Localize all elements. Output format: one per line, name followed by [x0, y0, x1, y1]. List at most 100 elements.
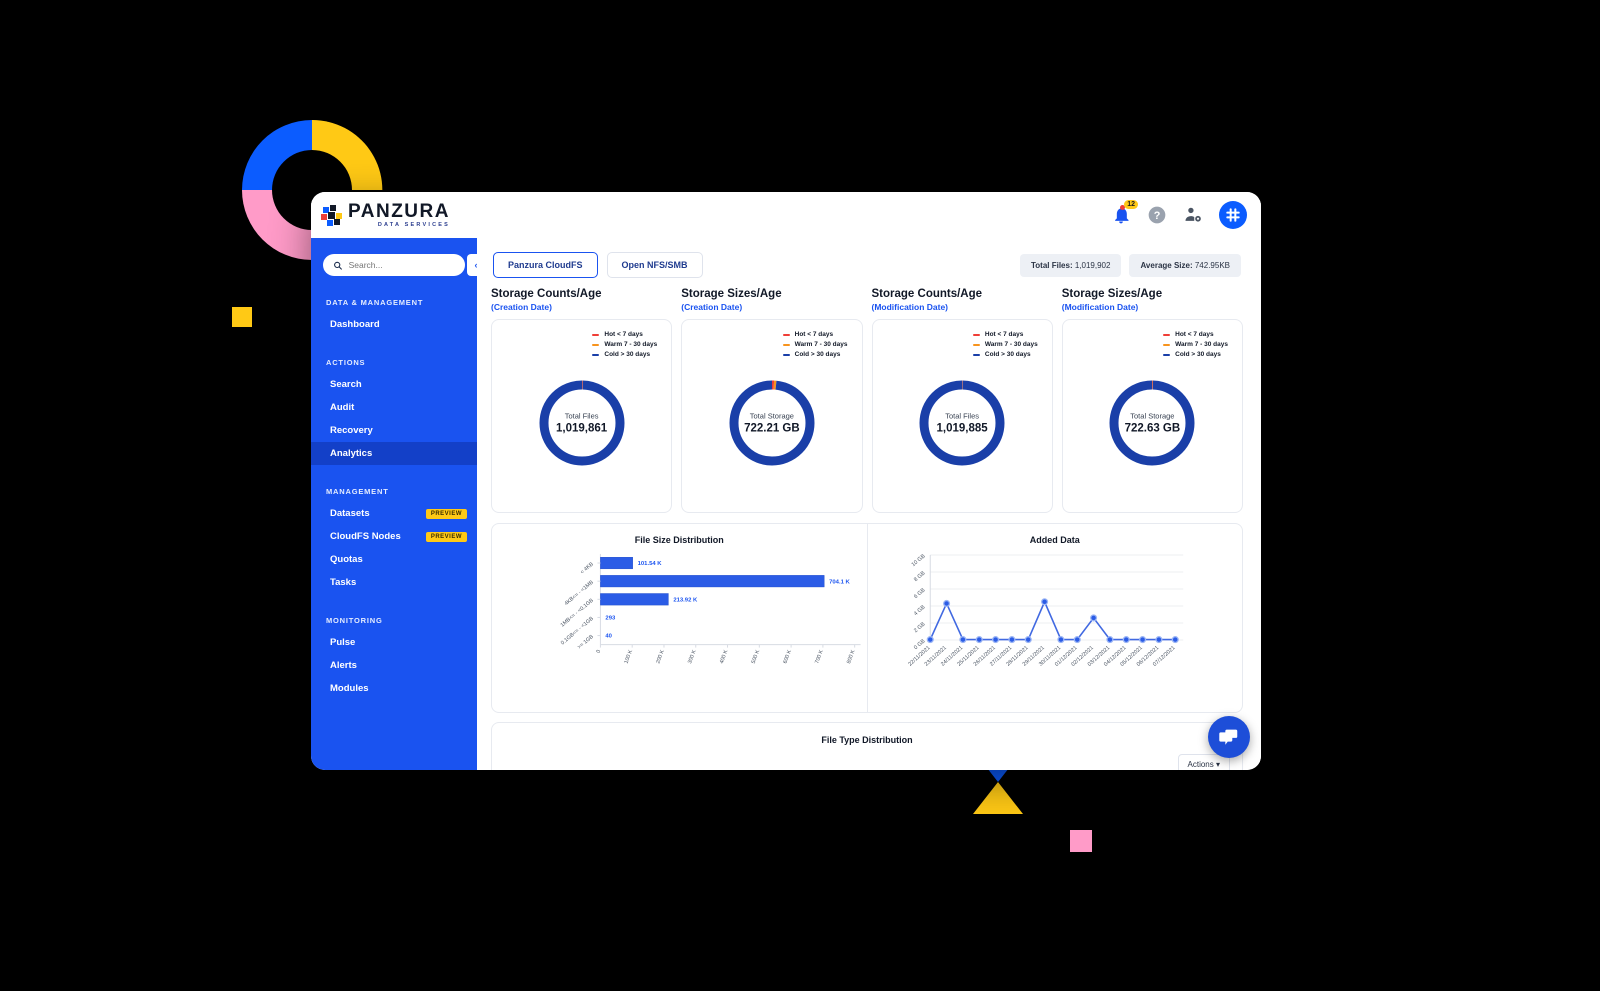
- donut-title: Storage Sizes/Age: [681, 288, 782, 300]
- bar-value-label: 213.92 K: [673, 597, 698, 603]
- panzura-logo-icon: [321, 204, 342, 226]
- legend-entry: Warm 7 - 30 days: [782, 340, 848, 350]
- legend-swatch-icon: [592, 343, 600, 347]
- stat-pill: Total Files: 1,019,902: [1019, 253, 1122, 277]
- sidebar-item-analytics[interactable]: Analytics: [311, 442, 477, 465]
- sidebar-item-modules[interactable]: Modules: [311, 677, 477, 700]
- sidebar-item-recovery[interactable]: Recovery: [311, 419, 477, 442]
- line-marker: [1171, 636, 1179, 644]
- line-marker: [942, 599, 950, 607]
- search-box[interactable]: [323, 254, 465, 276]
- donut-legend: Hot < 7 days Warm 7 - 30 days Cold > 30 da…: [972, 330, 1038, 360]
- bell-icon[interactable]: 12: [1111, 200, 1138, 225]
- legend-label: Cold > 30 days: [794, 351, 841, 359]
- user-settings-icon[interactable]: [1183, 205, 1203, 225]
- tab-panzura-cloudfs[interactable]: Panzura CloudFS: [493, 252, 598, 278]
- sidebar-item-label: Search: [330, 379, 362, 390]
- chat-bubble-icon[interactable]: [1208, 716, 1250, 758]
- donut-legend: Hot < 7 days Warm 7 - 30 days Cold > 30 da…: [782, 330, 848, 360]
- sidebar-item-alerts[interactable]: Alerts: [311, 654, 477, 677]
- donut-title: Storage Counts/Age: [491, 288, 602, 300]
- sidebar-item-label: Datasets: [330, 508, 370, 519]
- legend-swatch-icon: [782, 353, 790, 357]
- legend-entry: Hot < 7 days: [1163, 330, 1228, 340]
- decorative-yellow-square: [232, 307, 252, 327]
- sidebar-item-quotas[interactable]: Quotas: [311, 548, 477, 571]
- sidebar-item-search[interactable]: Search: [311, 373, 477, 396]
- line-marker: [1105, 636, 1113, 644]
- help-icon[interactable]: ?: [1147, 205, 1167, 225]
- panzura-logo[interactable]: PANZURA DATA SERVICES: [321, 202, 450, 229]
- sidebar-item-datasets[interactable]: Datasets PREVIEW: [311, 502, 477, 525]
- sidebar-nav: DATA & MANAGEMENT Dashboard ACTIONS Search A…: [311, 298, 477, 700]
- notification-count-badge: 12: [1124, 200, 1138, 209]
- legend-swatch-icon: [592, 353, 600, 357]
- sidebar-item-cloudfs-nodes[interactable]: CloudFS Nodes PREVIEW: [311, 525, 477, 548]
- sidebar-item-pulse[interactable]: Pulse: [311, 631, 477, 654]
- added-data-panel: Added Data 0 GB 2 GB 4 GB 6 GB 8 GB 10 GB 22/1…: [866, 524, 1243, 712]
- legend-label: Cold > 30 days: [604, 351, 651, 359]
- line-y-tick-label: 4 GB: [913, 604, 927, 617]
- legend-entry: Hot < 7 days: [972, 330, 1038, 340]
- search-input[interactable]: [348, 260, 455, 270]
- line-series: [929, 599, 1175, 641]
- donut-subtitle: (Creation Date): [681, 302, 743, 312]
- stat-pill: Average Size: 742.95KB: [1129, 253, 1241, 277]
- donut-legend: Hot < 7 days Warm 7 - 30 days Cold > 30 da…: [1163, 330, 1228, 360]
- line-marker: [1073, 636, 1081, 644]
- screenshot-root: PANZURA DATA SERVICES 12 ? Search... ‹ D…: [0, 0, 1600, 991]
- tabs: Panzura CloudFS Open NFS/SMB: [493, 252, 703, 278]
- donut-card: Hot < 7 days Warm 7 - 30 days Cold > 30 da…: [1061, 319, 1243, 513]
- bar-category-label: >= 1GB: [577, 634, 595, 651]
- content-area: Panzura CloudFS Open NFS/SMB Total Files:…: [477, 238, 1261, 770]
- donut-center-label: Total Storage: [749, 411, 794, 421]
- legend-label: Warm 7 - 30 days: [984, 341, 1038, 349]
- line-marker: [1138, 636, 1146, 644]
- bar-x-tick-label: 300 K: [687, 649, 698, 665]
- donut-subtitle: (Creation Date): [491, 302, 552, 312]
- brand-tagline: DATA SERVICES: [377, 221, 450, 228]
- sidebar-search-wrap: ‹: [311, 248, 485, 276]
- bar-value-label: 704.1 K: [829, 579, 850, 585]
- legend-label: Warm 7 - 30 days: [604, 341, 658, 349]
- line-marker: [958, 636, 966, 644]
- legend-label: Cold > 30 days: [984, 351, 1031, 359]
- legend-entry: Warm 7 - 30 days: [592, 340, 657, 350]
- donut-center-value: 1,019,885: [936, 422, 988, 435]
- stat-value: 1,019,902: [1074, 260, 1111, 270]
- app-body: ‹ DATA & MANAGEMENT Dashboard ACTIONS Searc…: [311, 238, 1261, 770]
- sidebar-item-dashboard[interactable]: Dashboard: [311, 313, 477, 336]
- added-data-chart: 0 GB2 GB4 GB6 GB8 GB10 GB22/11/202123/11…: [907, 553, 1183, 668]
- donut-card: Hot < 7 days Warm 7 - 30 days Cold > 30 da…: [491, 319, 673, 513]
- legend-swatch-icon: [972, 333, 980, 337]
- svg-text:?: ?: [1154, 210, 1161, 222]
- sidebar-item-label: Quotas: [330, 554, 363, 565]
- donut-legend: Hot < 7 days Warm 7 - 30 days Cold > 30 da…: [592, 330, 657, 360]
- donut-center-value: 1,019,861: [556, 422, 608, 435]
- tab-open-nfs-smb[interactable]: Open NFS/SMB: [606, 252, 703, 278]
- bar-x-tick-label: 400 K: [719, 649, 730, 665]
- preview-badge: PREVIEW: [425, 531, 467, 542]
- line-marker: [1024, 636, 1032, 644]
- app-window: PANZURA DATA SERVICES 12 ? Search... ‹ D…: [311, 192, 1261, 770]
- donut-title: Storage Counts/Age: [871, 288, 983, 300]
- donut-center-value: 722.21 GB: [744, 422, 800, 435]
- legend-entry: Hot < 7 days: [592, 330, 657, 340]
- legend-label: Hot < 7 days: [604, 331, 643, 338]
- sidebar-item-audit[interactable]: Audit: [311, 396, 477, 419]
- legend-entry: Warm 7 - 30 days: [972, 340, 1038, 350]
- legend-label: Hot < 7 days: [984, 331, 1024, 338]
- bar-x-tick-label: 500 K: [751, 649, 762, 665]
- apps-grid-icon[interactable]: [1219, 201, 1247, 229]
- legend-entry: Warm 7 - 30 days: [1163, 340, 1228, 350]
- sidebar-item-label: Audit: [330, 402, 355, 413]
- donut-center-label: Total Storage: [1130, 411, 1175, 421]
- stat-label: Average Size:: [1140, 260, 1193, 270]
- bar-category-label: < 4KB: [580, 561, 596, 575]
- legend-label: Cold > 30 days: [1175, 351, 1221, 359]
- legend-entry: Cold > 30 days: [1163, 350, 1228, 360]
- sidebar-item-tasks[interactable]: Tasks: [311, 571, 477, 594]
- sidebar: ‹ DATA & MANAGEMENT Dashboard ACTIONS Searc…: [311, 238, 485, 770]
- file-size-distribution-chart: 101.54 K< 4KB704.1 K4KB<= - <1MB 213.92 K…: [560, 553, 861, 665]
- sidebar-item-label: Analytics: [330, 448, 373, 459]
